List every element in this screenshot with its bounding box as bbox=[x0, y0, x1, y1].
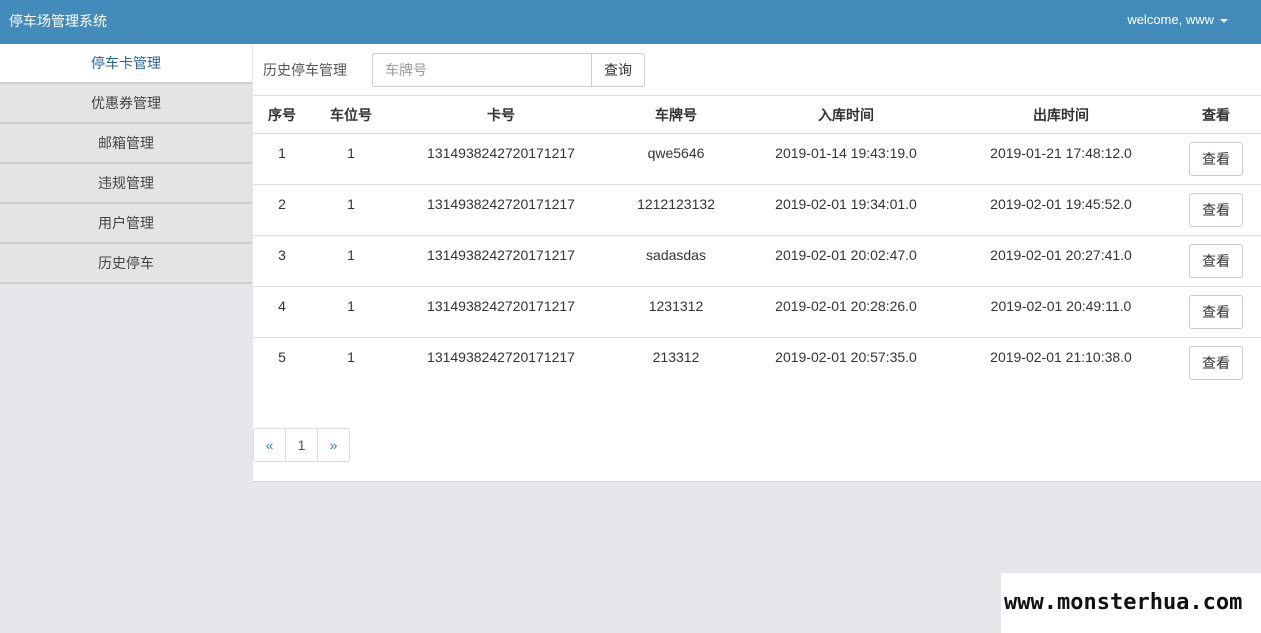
cell-view: 查看 bbox=[1171, 184, 1261, 236]
table-row: 3 1 1314938242720171217 sadasdas 2019-02… bbox=[253, 235, 1261, 287]
watermark: www.monsterhua.com bbox=[1001, 573, 1261, 633]
cell-view: 查看 bbox=[1171, 338, 1261, 389]
col-header-card: 卡号 bbox=[391, 95, 611, 134]
chevron-down-icon bbox=[1220, 18, 1228, 23]
cell-view: 查看 bbox=[1171, 286, 1261, 338]
sidebar-item-parking-card[interactable]: 停车卡管理 bbox=[0, 44, 252, 84]
cell-card: 1314938242720171217 bbox=[391, 133, 611, 185]
table-row: 5 1 1314938242720171217 213312 2019-02-0… bbox=[253, 338, 1261, 389]
sidebar: 停车卡管理 优惠券管理 邮箱管理 违规管理 用户管理 历史停车 bbox=[0, 44, 252, 284]
cell-no: 3 bbox=[253, 235, 311, 287]
cell-out-time: 2019-02-01 19:45:52.0 bbox=[951, 184, 1171, 236]
cell-in-time: 2019-01-14 19:43:19.0 bbox=[741, 133, 951, 185]
table-row: 2 1 1314938242720171217 1212123132 2019-… bbox=[253, 184, 1261, 236]
view-button[interactable]: 查看 bbox=[1189, 193, 1243, 227]
cell-out-time: 2019-01-21 17:48:12.0 bbox=[951, 133, 1171, 185]
table-header-row: 序号 车位号 卡号 车牌号 入库时间 出库时间 查看 bbox=[253, 95, 1261, 134]
col-header-out-time: 出库时间 bbox=[951, 95, 1171, 134]
cell-no: 5 bbox=[278, 349, 286, 365]
cell-card: 1314938242720171217 bbox=[391, 184, 611, 236]
cell-out-time: 2019-02-01 21:10:38.0 bbox=[990, 349, 1132, 365]
sidebar-item-email[interactable]: 邮箱管理 bbox=[0, 124, 252, 164]
view-button[interactable]: 查看 bbox=[1189, 295, 1243, 329]
pagination-next[interactable]: » bbox=[317, 428, 350, 462]
col-header-plate: 车牌号 bbox=[611, 95, 741, 134]
cell-spot: 1 bbox=[311, 184, 391, 236]
cell-out-time: 2019-02-01 20:49:11.0 bbox=[951, 286, 1171, 338]
col-header-no: 序号 bbox=[253, 95, 311, 134]
cell-card: 1314938242720171217 bbox=[427, 349, 575, 365]
cell-view: 查看 bbox=[1171, 235, 1261, 287]
cell-in-time: 2019-02-01 20:57:35.0 bbox=[775, 349, 917, 365]
col-header-in-time: 入库时间 bbox=[741, 95, 951, 134]
cell-card: 1314938242720171217 bbox=[391, 235, 611, 287]
app-title[interactable]: 停车场管理系统 bbox=[9, 11, 107, 31]
view-button[interactable]: 查看 bbox=[1189, 346, 1243, 380]
top-navbar: 停车场管理系统 welcome, www bbox=[0, 0, 1261, 44]
pagination-page-1[interactable]: 1 bbox=[285, 428, 318, 462]
user-menu[interactable]: welcome, www bbox=[1127, 12, 1228, 27]
sidebar-item-violations[interactable]: 违规管理 bbox=[0, 164, 252, 204]
search-button[interactable]: 查询 bbox=[591, 53, 645, 87]
sidebar-item-history[interactable]: 历史停车 bbox=[0, 244, 252, 284]
pagination: « 1 » bbox=[253, 428, 350, 462]
cell-spot: 1 bbox=[347, 349, 355, 365]
cell-spot: 1 bbox=[311, 133, 391, 185]
col-header-spot: 车位号 bbox=[311, 95, 391, 134]
view-button[interactable]: 查看 bbox=[1189, 244, 1243, 278]
sidebar-item-coupons[interactable]: 优惠券管理 bbox=[0, 84, 252, 124]
cell-card: 1314938242720171217 bbox=[391, 286, 611, 338]
cell-plate: sadasdas bbox=[611, 235, 741, 287]
user-menu-label: welcome, www bbox=[1127, 12, 1214, 27]
page-title: 历史停车管理 bbox=[263, 62, 347, 78]
cell-no: 4 bbox=[253, 286, 311, 338]
sidebar-item-users[interactable]: 用户管理 bbox=[0, 204, 252, 244]
cell-in-time: 2019-02-01 20:28:26.0 bbox=[741, 286, 951, 338]
cell-plate: 1231312 bbox=[611, 286, 741, 338]
cell-out-time: 2019-02-01 20:27:41.0 bbox=[951, 235, 1171, 287]
cell-plate: 213312 bbox=[652, 349, 700, 365]
pagination-prev[interactable]: « bbox=[253, 428, 286, 462]
cell-no: 2 bbox=[253, 184, 311, 236]
table-row: 1 1 1314938242720171217 qwe5646 2019-01-… bbox=[253, 133, 1261, 185]
main-panel: 历史停车管理 查询 序号 车位号 卡号 车牌号 入库时间 出库时间 查看 1 1… bbox=[253, 44, 1261, 482]
plate-search-input[interactable] bbox=[372, 53, 592, 87]
cell-no: 1 bbox=[253, 133, 311, 185]
cell-plate: qwe5646 bbox=[611, 133, 741, 185]
cell-plate: 1212123132 bbox=[611, 184, 741, 236]
col-header-view: 查看 bbox=[1171, 95, 1261, 134]
history-table: 序号 车位号 卡号 车牌号 入库时间 出库时间 查看 1 1 131493824… bbox=[253, 95, 1261, 389]
cell-in-time: 2019-02-01 19:34:01.0 bbox=[741, 184, 951, 236]
cell-view: 查看 bbox=[1171, 133, 1261, 185]
cell-spot: 1 bbox=[311, 235, 391, 287]
view-button[interactable]: 查看 bbox=[1189, 142, 1243, 176]
cell-spot: 1 bbox=[311, 286, 391, 338]
cell-in-time: 2019-02-01 20:02:47.0 bbox=[741, 235, 951, 287]
table-row: 4 1 1314938242720171217 1231312 2019-02-… bbox=[253, 286, 1261, 338]
